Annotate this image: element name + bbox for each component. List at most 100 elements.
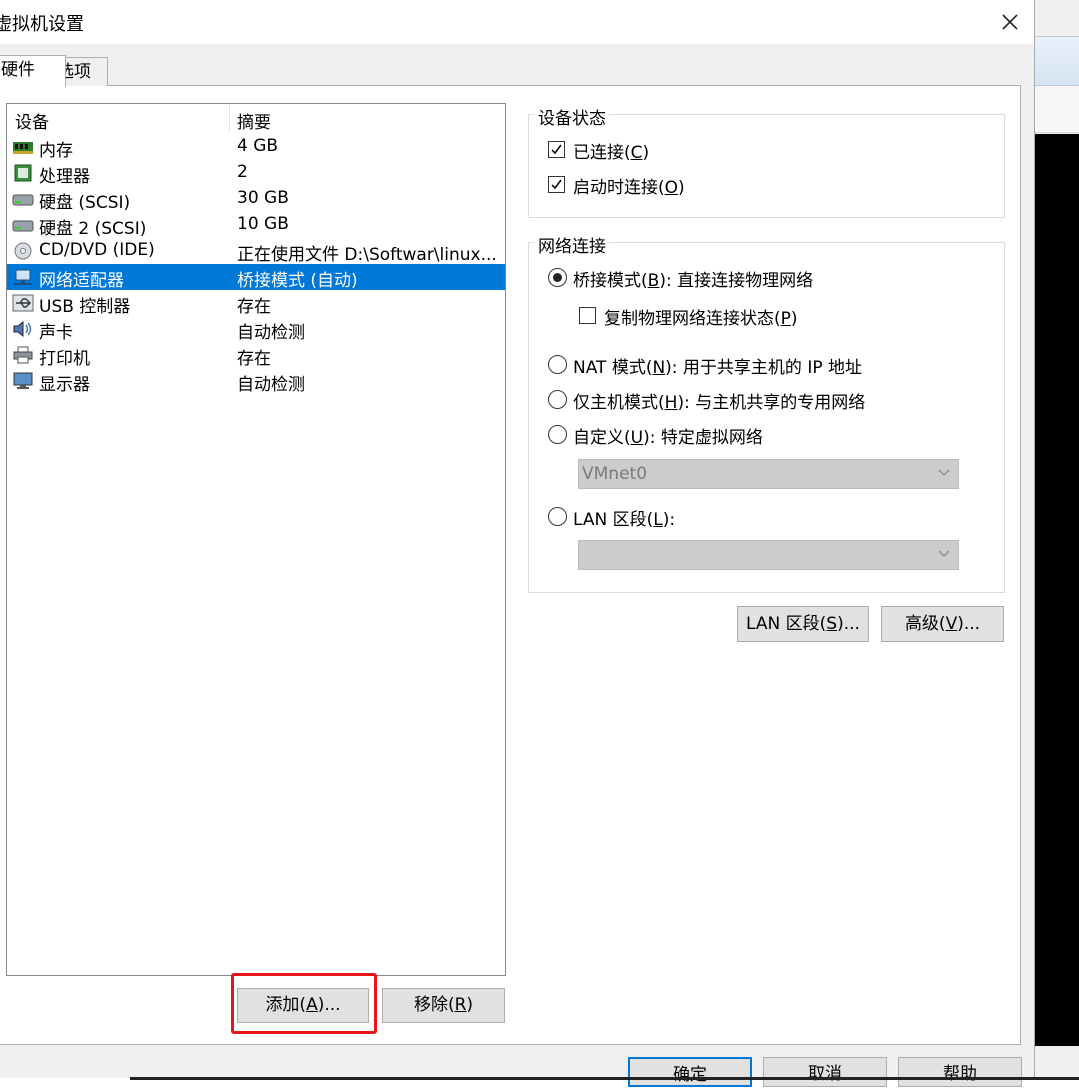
custom-label[interactable]: 自定义(U): 特定虚拟网络 (573, 423, 763, 448)
hard-disk-icon (12, 220, 34, 232)
background-window-console (1035, 134, 1079, 1046)
custom-accesskey: U (630, 428, 644, 448)
cd-dvd-icon (14, 242, 32, 260)
background-window-bar (1035, 86, 1079, 133)
replicate-state-label[interactable]: 复制物理网络连接状态(P) (604, 304, 798, 329)
close-button[interactable] (992, 6, 1028, 38)
advanced-label-suffix: )... (957, 614, 981, 634)
device-row-cd-dvd[interactable]: CD/DVD (IDE) 正在使用文件 D:\Softwar\linux... (7, 238, 505, 265)
chevron-down-icon (938, 469, 950, 476)
host-only-label[interactable]: 仅主机模式(H): 与主机共享的专用网络 (573, 388, 865, 413)
device-row-hard-disk-2[interactable]: 硬盘 2 (SCSI) 10 GB (7, 212, 505, 239)
device-summary: 2 (237, 162, 248, 182)
device-name: 内存 (39, 141, 73, 161)
bridged-text: 桥接模式( (573, 271, 648, 291)
bridged-label[interactable]: 桥接模式(B): 直接连接物理网络 (573, 266, 813, 291)
lan-segments-button[interactable]: LAN 区段(S)... (737, 606, 869, 642)
device-summary: 30 GB (237, 188, 289, 208)
connected-text: 已连接( (573, 143, 631, 163)
connect-on-power-on-label[interactable]: 启动时连接(O) (573, 173, 685, 198)
replicate-accesskey: P (780, 309, 791, 329)
advanced-button[interactable]: 高级(V)... (881, 606, 1004, 642)
custom-text-suffix: ): 特定虚拟网络 (643, 428, 763, 448)
chevron-down-icon (938, 550, 950, 557)
device-name: USB 控制器 (39, 297, 131, 317)
lan-segment-select[interactable] (578, 540, 959, 570)
connected-checkbox[interactable] (548, 141, 565, 158)
replicate-text-suffix: ) (790, 309, 798, 329)
lan-segment-radio[interactable] (548, 507, 567, 526)
device-row-hard-disk[interactable]: 硬盘 (SCSI) 30 GB (7, 186, 505, 213)
bridged-text-suffix: ): 直接连接物理网络 (659, 271, 814, 291)
lan-segment-accesskey: L (653, 510, 663, 530)
cancel-button[interactable]: 取消 (763, 1057, 887, 1087)
device-name: 硬盘 2 (SCSI) (39, 219, 147, 239)
advanced-accesskey: V (945, 614, 958, 634)
column-divider[interactable] (229, 104, 230, 132)
device-row-printer[interactable]: 打印机 存在 (7, 342, 505, 369)
sound-card-icon (13, 320, 32, 338)
network-adapter-icon (14, 269, 32, 285)
bridged-radio[interactable] (548, 268, 567, 287)
bridged-accesskey: B (647, 271, 660, 291)
host-only-text-suffix: ): 与主机共享的专用网络 (677, 393, 866, 413)
tab-hardware[interactable]: 硬件 (0, 55, 66, 87)
column-header-summary[interactable]: 摘要 (237, 108, 271, 133)
device-name: 声卡 (39, 323, 73, 343)
advanced-label: 高级( (904, 614, 946, 634)
memory-icon (13, 142, 33, 154)
replicate-state-checkbox[interactable] (579, 307, 596, 324)
device-name: 打印机 (39, 349, 90, 369)
usb-icon (12, 294, 34, 312)
help-button[interactable]: 帮助 (898, 1057, 1022, 1087)
nat-radio[interactable] (548, 355, 567, 374)
nat-label[interactable]: NAT 模式(N): 用于共享主机的 IP 地址 (573, 353, 862, 378)
connected-text-suffix: ) (642, 143, 650, 163)
background-window-toolbar (1035, 36, 1079, 86)
connect-on-power-on-checkbox[interactable] (548, 176, 565, 193)
custom-network-select[interactable]: VMnet0 (578, 459, 959, 489)
ok-button[interactable]: 确定 (628, 1057, 752, 1087)
radio-dot (553, 273, 562, 282)
lan-segments-label-suffix: )... (837, 614, 860, 634)
connect-on-power-on-text-suffix: ) (678, 178, 685, 198)
device-row-sound-card[interactable]: 声卡 自动检测 (7, 316, 505, 343)
connected-label[interactable]: 已连接(C) (573, 138, 649, 163)
device-summary: 自动检测 (237, 323, 305, 343)
host-only-radio[interactable] (548, 390, 567, 409)
printer-icon (13, 346, 33, 364)
list-header: 设备 摘要 (7, 104, 505, 133)
device-name: 处理器 (39, 167, 90, 187)
remove-label: 移除( (413, 995, 455, 1015)
device-row-usb-controller[interactable]: USB 控制器 存在 (7, 290, 505, 317)
device-summary: 桥接模式 (自动) (237, 271, 358, 291)
device-row-display[interactable]: 显示器 自动检测 (7, 368, 505, 395)
checkmark-icon (551, 179, 562, 190)
lan-segment-text-suffix: ): (662, 510, 676, 530)
host-only-accesskey: H (664, 393, 678, 413)
column-header-device[interactable]: 设备 (15, 108, 49, 133)
host-only-text: 仅主机模式( (573, 393, 665, 413)
device-list[interactable]: 设备 摘要 内存 4 GB 处理器 2 硬盘 (SCSI) 30 GB 硬盘 2… (6, 103, 506, 976)
device-row-network-adapter[interactable]: 网络适配器 桥接模式 (自动) (7, 264, 505, 291)
device-row-processor[interactable]: 处理器 2 (7, 160, 505, 187)
custom-network-value: VMnet0 (582, 464, 648, 484)
connect-on-power-on-accesskey: O (664, 178, 679, 198)
nat-text-suffix: ): 用于共享主机的 IP 地址 (665, 358, 863, 378)
remove-accesskey: R (454, 995, 467, 1015)
custom-radio[interactable] (548, 425, 567, 444)
nat-text: NAT 模式( (573, 358, 653, 378)
close-icon (1002, 14, 1018, 30)
device-summary: 4 GB (237, 136, 279, 156)
device-row-memory[interactable]: 内存 4 GB (7, 134, 505, 161)
highlight-box (231, 973, 377, 1034)
remove-button[interactable]: 移除(R) (382, 988, 505, 1023)
device-name: 硬盘 (SCSI) (39, 193, 131, 213)
device-summary: 存在 (237, 297, 271, 317)
lan-segment-label[interactable]: LAN 区段(L): (573, 505, 675, 530)
checkmark-icon (551, 144, 562, 155)
device-summary: 正在使用文件 D:\Softwar\linux... (237, 245, 497, 265)
remove-label-suffix: ) (466, 995, 474, 1015)
lan-segment-text: LAN 区段( (573, 510, 654, 530)
device-status-title: 设备状态 (535, 104, 609, 129)
